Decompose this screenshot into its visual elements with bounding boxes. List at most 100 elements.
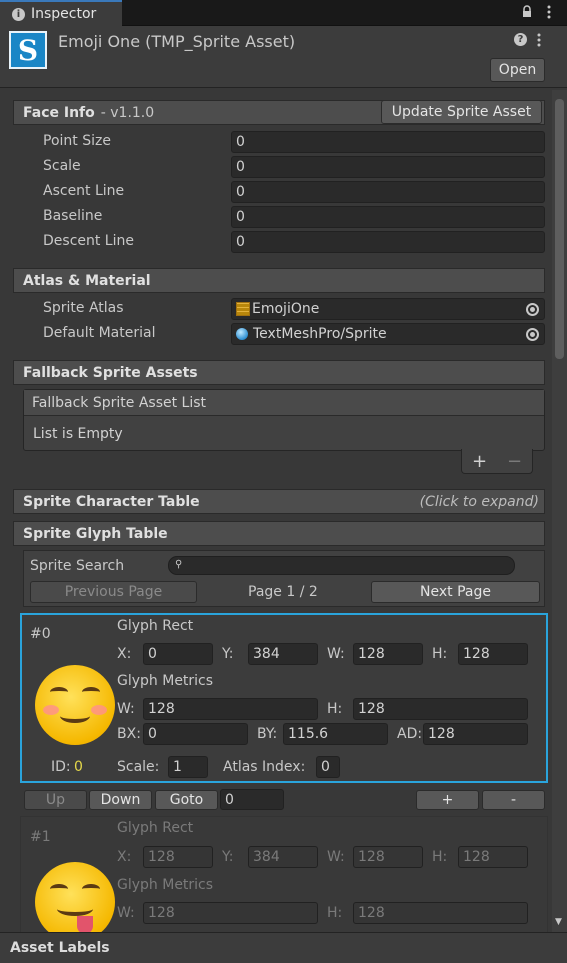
glyph-metrics-h-field[interactable]: 128	[353, 902, 528, 924]
fallback-list: Fallback Sprite Asset List List is Empty	[23, 389, 545, 451]
char-table-title: Sprite Character Table	[23, 493, 200, 510]
glyph-metrics-label: Glyph Metrics	[117, 877, 214, 893]
glyph-metrics-w-field[interactable]: 128	[143, 902, 318, 924]
by-label: BY:	[257, 726, 278, 742]
glyph-rect-w-field[interactable]: 128	[353, 643, 423, 665]
default-material-label: Default Material	[43, 325, 156, 341]
metrics-h-label: H:	[327, 701, 343, 717]
asset-title: Emoji One (TMP_Sprite Asset)	[58, 32, 296, 51]
tab-label: Inspector	[31, 6, 97, 22]
move-down-button[interactable]: Down	[89, 790, 152, 810]
ascent-line-label: Ascent Line	[43, 183, 125, 199]
baseline-label: Baseline	[43, 208, 103, 224]
glyph-rect-x-field[interactable]: 0	[143, 643, 213, 665]
glyph-rect-y-field[interactable]: 384	[248, 643, 318, 665]
sprite-asset-icon: S	[9, 31, 47, 69]
w-label: W:	[327, 646, 345, 662]
glyph-metrics-ad-field[interactable]: 128	[423, 723, 528, 745]
list-add-remove: + −	[461, 449, 533, 474]
sprite-atlas-field[interactable]: EmojiOne	[231, 298, 545, 320]
add-glyph-button[interactable]: +	[416, 790, 479, 810]
object-picker-icon[interactable]	[526, 328, 539, 341]
next-page-button[interactable]: Next Page	[371, 581, 540, 603]
baseline-field[interactable]: 0	[231, 206, 545, 228]
tab-inspector[interactable]: i Inspector	[0, 0, 122, 26]
texture-icon	[236, 302, 250, 316]
goto-index-field[interactable]: 0	[220, 789, 284, 810]
glyph-id-label: ID:	[51, 759, 71, 775]
fallback-sprite-assets-header[interactable]: Fallback Sprite Assets	[13, 360, 545, 385]
atlas-index-label: Atlas Index:	[223, 759, 306, 775]
glyph-scale-field[interactable]: 1	[168, 756, 208, 778]
atlas-material-title: Atlas & Material	[23, 272, 151, 289]
asset-labels-title: Asset Labels	[10, 940, 110, 956]
asset-labels-bar[interactable]: Asset Labels	[0, 932, 567, 963]
list-empty-text: List is Empty	[33, 426, 123, 442]
scrollbar-thumb[interactable]	[555, 99, 564, 359]
sprite-atlas-value: EmojiOne	[252, 301, 320, 317]
move-up-button[interactable]: Up	[24, 790, 87, 810]
tongue-emoji-image	[35, 862, 115, 942]
lock-icon[interactable]	[522, 5, 532, 18]
open-button[interactable]: Open	[490, 58, 545, 82]
h-label: H:	[432, 849, 448, 865]
scale-label: Scale	[43, 158, 81, 174]
glyph-index: #1	[30, 829, 51, 845]
metrics-w-label: W:	[117, 905, 135, 921]
header-menu-icon[interactable]	[536, 33, 542, 47]
info-icon: i	[12, 7, 25, 21]
scroll-down-arrow-icon[interactable]: ▼	[555, 917, 562, 927]
sprite-search-label: Sprite Search	[30, 558, 125, 574]
add-item-button[interactable]: +	[472, 451, 487, 472]
char-table-hint: (Click to expand)	[419, 493, 539, 510]
default-material-value: TextMeshPro/Sprite	[253, 326, 387, 342]
x-label: X:	[117, 849, 132, 865]
glyph-rect-h-field[interactable]: 128	[458, 643, 528, 665]
metrics-h-label: H:	[327, 905, 343, 921]
glyph-id-value: 0	[74, 759, 83, 775]
bx-label: BX:	[117, 726, 141, 742]
fallback-list-header: Fallback Sprite Asset List	[24, 390, 544, 416]
glyph-metrics-h-field[interactable]: 128	[353, 698, 528, 720]
y-label: Y:	[222, 646, 234, 662]
sprite-search-input[interactable]: ⚲	[168, 556, 515, 575]
help-icon[interactable]: ?	[514, 33, 527, 46]
sprite-character-table-header[interactable]: Sprite Character Table (Click to expand)	[13, 489, 545, 514]
descent-line-label: Descent Line	[43, 233, 134, 249]
point-size-label: Point Size	[43, 133, 111, 149]
page-indicator: Page 1 / 2	[248, 584, 318, 600]
remove-glyph-button[interactable]: -	[482, 790, 545, 810]
atlas-material-header[interactable]: Atlas & Material	[13, 268, 545, 293]
glyph-index: #0	[30, 626, 51, 642]
glyph-rect-w-field[interactable]: 128	[353, 846, 423, 868]
glyph-metrics-by-field[interactable]: 115.6	[283, 723, 388, 745]
search-icon: ⚲	[175, 559, 183, 570]
glyph-rect-label: Glyph Rect	[117, 820, 194, 836]
sprite-glyph-table-header[interactable]: Sprite Glyph Table	[13, 521, 545, 546]
object-picker-icon[interactable]	[526, 303, 539, 316]
glyph-rect-y-field[interactable]: 384	[248, 846, 318, 868]
point-size-field[interactable]: 0	[231, 131, 545, 153]
remove-item-button[interactable]: −	[507, 451, 522, 472]
glyph-metrics-label: Glyph Metrics	[117, 673, 214, 689]
scale-field[interactable]: 0	[231, 156, 545, 178]
kebab-menu-icon[interactable]	[546, 5, 552, 19]
glyph-metrics-w-field[interactable]: 128	[143, 698, 318, 720]
face-info-version: - v1.1.0	[100, 104, 155, 121]
material-icon	[236, 328, 248, 340]
y-label: Y:	[222, 849, 234, 865]
glyph-atlas-index-field[interactable]: 0	[316, 756, 340, 778]
update-sprite-asset-button[interactable]: Update Sprite Asset	[381, 100, 542, 124]
face-info-title: Face Info	[23, 104, 95, 121]
goto-button[interactable]: Goto	[155, 790, 218, 810]
w-label: W:	[327, 849, 345, 865]
sprite-atlas-label: Sprite Atlas	[43, 300, 124, 316]
descent-line-field[interactable]: 0	[231, 231, 545, 253]
glyph-rect-x-field[interactable]: 128	[143, 846, 213, 868]
ad-label: AD:	[397, 726, 423, 742]
ascent-line-field[interactable]: 0	[231, 181, 545, 203]
glyph-metrics-bx-field[interactable]: 0	[143, 723, 248, 745]
default-material-field[interactable]: TextMeshPro/Sprite	[231, 323, 545, 345]
previous-page-button[interactable]: Previous Page	[30, 581, 197, 603]
glyph-rect-h-field[interactable]: 128	[458, 846, 528, 868]
